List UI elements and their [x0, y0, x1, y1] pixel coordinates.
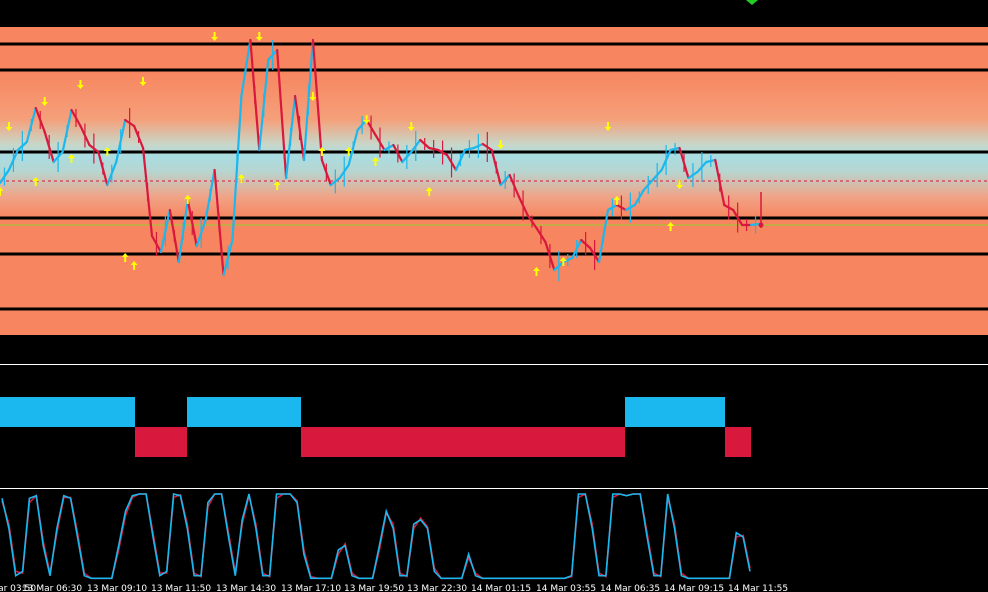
- histogram-down-bar: [725, 427, 751, 457]
- time-axis-label: 14 Mar 11:55: [728, 584, 788, 592]
- time-axis-label: 13 Mar 11:50: [151, 584, 211, 592]
- oscillator-panel: [1, 492, 751, 580]
- time-axis-label: 13 Mar 14:30: [216, 584, 276, 592]
- last-price-dot: [758, 222, 764, 228]
- oscillator-main-line: [1, 492, 751, 580]
- chart-canvas: 13 Mar 03:5013 Mar 06:3013 Mar 09:1013 M…: [0, 0, 988, 592]
- histogram-up-bar: [0, 397, 135, 427]
- time-axis-label: 14 Mar 03:55: [536, 584, 596, 592]
- histogram-up-bar: [187, 397, 301, 427]
- time-axis-label: 13 Mar 17:10: [281, 584, 341, 592]
- histogram-up-bar: [625, 397, 725, 427]
- time-axis-label: 14 Mar 06:35: [600, 584, 660, 592]
- time-axis-label: 14 Mar 01:15: [471, 584, 531, 592]
- time-axis-label: 14 Mar 09:15: [664, 584, 724, 592]
- top-marker-icon: [746, 0, 758, 5]
- time-axis-label: 13 Mar 09:10: [87, 584, 147, 592]
- histogram-down-bar: [301, 427, 625, 457]
- time-axis-label: 13 Mar 19:50: [344, 584, 404, 592]
- time-axis: 13 Mar 03:5013 Mar 06:3013 Mar 09:1013 M…: [0, 584, 788, 592]
- histogram-down-bar: [135, 427, 187, 457]
- trading-chart: 13 Mar 03:5013 Mar 06:3013 Mar 09:1013 M…: [0, 0, 988, 592]
- time-axis-label: 13 Mar 06:30: [22, 584, 82, 592]
- histogram-panel: [0, 397, 751, 457]
- time-axis-label: 13 Mar 22:30: [407, 584, 467, 592]
